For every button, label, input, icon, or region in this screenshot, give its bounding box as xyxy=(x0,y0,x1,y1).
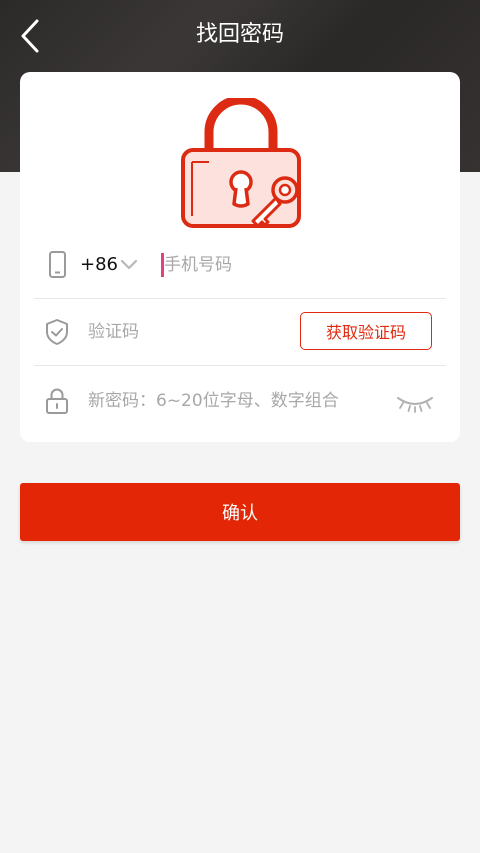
verification-code-row: 获取验证码 xyxy=(34,299,446,366)
top-bar: 找回密码 xyxy=(0,0,480,70)
phone-icon xyxy=(49,251,66,278)
new-password-input[interactable] xyxy=(88,386,388,416)
country-code[interactable]: +86 xyxy=(80,252,118,278)
phone-row: +86 xyxy=(34,232,446,299)
get-code-button[interactable]: 获取验证码 xyxy=(300,312,432,350)
chevron-down-icon[interactable] xyxy=(120,257,138,273)
lock-icon xyxy=(46,388,68,414)
lock-with-key-icon xyxy=(181,98,301,228)
verification-code-input[interactable] xyxy=(88,317,288,347)
new-password-row xyxy=(34,368,446,434)
page-title: 找回密码 xyxy=(195,22,284,47)
eye-closed-icon[interactable] xyxy=(396,394,434,414)
shield-check-icon xyxy=(46,319,68,345)
confirm-button[interactable]: 确认 xyxy=(20,483,460,541)
phone-number-input[interactable] xyxy=(164,250,434,280)
form-card: +86 获取验证码 xyxy=(20,72,460,442)
